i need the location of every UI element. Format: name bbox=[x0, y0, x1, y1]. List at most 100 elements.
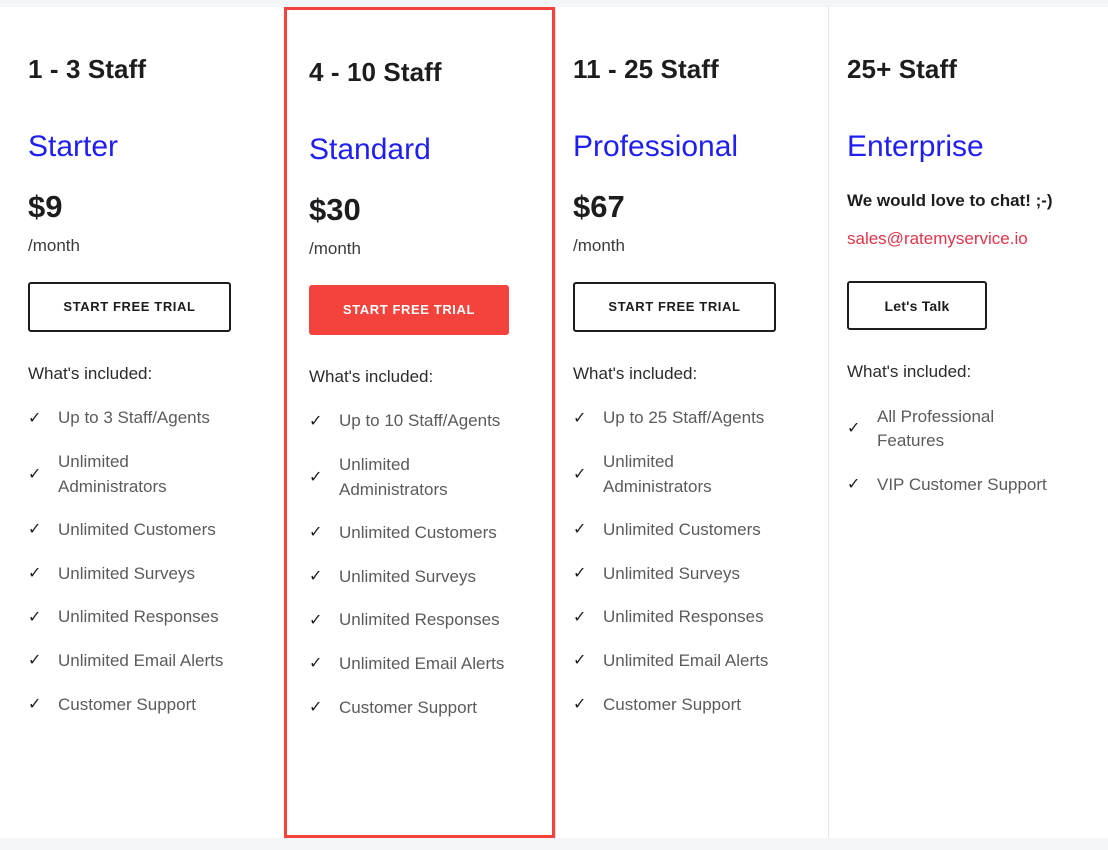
plan-card-starter[interactable]: 1 - 3 Staff Starter $9 /month START FREE… bbox=[0, 7, 284, 838]
plan-card-standard[interactable]: 4 - 10 Staff Standard $30 /month START F… bbox=[284, 7, 555, 838]
start-free-trial-button[interactable]: START FREE TRIAL bbox=[573, 281, 776, 332]
check-icon: ✓ bbox=[28, 521, 42, 539]
check-icon: ✓ bbox=[309, 699, 323, 717]
plan-staff-range: 25+ Staff bbox=[847, 54, 958, 84]
feature-list: ✓ Up to 3 Staff/Agents ✓ Unlimited Admin… bbox=[28, 406, 256, 717]
feature-label: Unlimited Customers bbox=[58, 520, 216, 540]
feature-item: ✓ Unlimited Responses bbox=[573, 605, 800, 630]
feature-label: Customer Support bbox=[58, 694, 196, 714]
feature-item: ✓ Customer Support bbox=[28, 693, 256, 718]
feature-label: Up to 25 Staff/Agents bbox=[603, 408, 765, 428]
sales-email-link[interactable]: sales@ratemyservice.io bbox=[847, 229, 1080, 249]
feature-label: Unlimited Surveys bbox=[58, 563, 195, 583]
feature-item: ✓ Unlimited Administrators bbox=[309, 453, 524, 502]
plan-staff-range: 4 - 10 Staff bbox=[309, 57, 442, 87]
feature-item: ✓ Up to 3 Staff/Agents bbox=[28, 406, 256, 431]
feature-list: ✓ Up to 10 Staff/Agents ✓ Unlimited Admi… bbox=[309, 409, 524, 720]
feature-label: VIP Customer Support bbox=[877, 475, 1047, 495]
feature-list: ✓ Up to 25 Staff/Agents ✓ Unlimited Admi… bbox=[573, 406, 800, 717]
plan-card-enterprise[interactable]: 25+ Staff Enterprise We would love to ch… bbox=[828, 7, 1108, 838]
plan-columns: 1 - 3 Staff Starter $9 /month START FREE… bbox=[0, 7, 1108, 838]
feature-item: ✓ Unlimited Administrators bbox=[573, 450, 800, 499]
feature-item: ✓ Unlimited Email Alerts bbox=[573, 649, 800, 674]
check-icon: ✓ bbox=[309, 655, 323, 673]
check-icon: ✓ bbox=[28, 696, 42, 714]
feature-label: All Professional Features bbox=[877, 406, 995, 451]
feature-label: Unlimited Email Alerts bbox=[58, 651, 224, 671]
check-icon: ✓ bbox=[847, 420, 861, 438]
whats-included-label: What's included: bbox=[309, 366, 434, 386]
check-icon: ✓ bbox=[573, 696, 587, 714]
feature-item: ✓ Customer Support bbox=[573, 693, 800, 718]
plan-staff-range: 1 - 3 Staff bbox=[28, 54, 147, 84]
check-icon: ✓ bbox=[573, 608, 587, 626]
feature-label: Unlimited Administrators bbox=[603, 451, 712, 496]
feature-label: Unlimited Email Alerts bbox=[603, 651, 769, 671]
check-icon: ✓ bbox=[573, 652, 587, 670]
feature-item: ✓ Up to 25 Staff/Agents bbox=[573, 406, 800, 431]
plan-staff-range: 11 - 25 Staff bbox=[573, 54, 719, 84]
feature-item: ✓ Unlimited Surveys bbox=[573, 562, 800, 587]
check-icon: ✓ bbox=[573, 565, 587, 583]
check-icon: ✓ bbox=[573, 409, 587, 427]
check-icon: ✓ bbox=[28, 652, 42, 670]
feature-item: ✓ Unlimited Administrators bbox=[28, 450, 256, 499]
plan-price: $30 bbox=[309, 191, 361, 227]
check-icon: ✓ bbox=[847, 476, 861, 494]
feature-item: ✓ Unlimited Customers bbox=[573, 518, 800, 543]
feature-item: ✓ Unlimited Responses bbox=[28, 605, 256, 630]
check-icon: ✓ bbox=[309, 568, 323, 586]
check-icon: ✓ bbox=[309, 468, 323, 486]
check-icon: ✓ bbox=[573, 465, 587, 483]
feature-label: Unlimited Administrators bbox=[339, 454, 448, 499]
plan-name: Professional bbox=[573, 129, 739, 163]
feature-item: ✓ Unlimited Customers bbox=[28, 518, 256, 543]
feature-item: ✓ Customer Support bbox=[309, 696, 524, 721]
feature-label: Unlimited Responses bbox=[603, 607, 764, 627]
check-icon: ✓ bbox=[28, 608, 42, 626]
plan-name: Standard bbox=[309, 132, 431, 166]
column-divider bbox=[555, 7, 556, 838]
feature-label: Unlimited Customers bbox=[603, 520, 761, 540]
feature-item: ✓ Unlimited Customers bbox=[309, 521, 524, 546]
column-divider bbox=[828, 7, 829, 838]
feature-label: Customer Support bbox=[339, 697, 477, 717]
feature-label: Up to 3 Staff/Agents bbox=[58, 408, 210, 428]
pricing-table: 1 - 3 Staff Starter $9 /month START FREE… bbox=[0, 7, 1108, 838]
start-free-trial-button[interactable]: START FREE TRIAL bbox=[28, 281, 231, 332]
plan-card-professional[interactable]: 11 - 25 Staff Professional $67 /month ST… bbox=[555, 7, 828, 838]
lets-talk-button[interactable]: Let's Talk bbox=[847, 281, 987, 331]
plan-price: $67 bbox=[573, 188, 625, 224]
feature-label: Unlimited Surveys bbox=[603, 563, 740, 583]
feature-label: Up to 10 Staff/Agents bbox=[339, 411, 501, 431]
check-icon: ✓ bbox=[309, 412, 323, 430]
feature-item: ✓ Unlimited Email Alerts bbox=[309, 652, 524, 677]
check-icon: ✓ bbox=[573, 521, 587, 539]
check-icon: ✓ bbox=[28, 409, 42, 427]
plan-name: Starter bbox=[28, 129, 119, 163]
plan-price: $9 bbox=[28, 188, 63, 224]
check-icon: ✓ bbox=[309, 611, 323, 629]
feature-item: ✓ Up to 10 Staff/Agents bbox=[309, 409, 524, 434]
feature-label: Unlimited Administrators bbox=[58, 451, 167, 496]
start-free-trial-button[interactable]: START FREE TRIAL bbox=[309, 284, 509, 335]
check-icon: ✓ bbox=[28, 565, 42, 583]
whats-included-label: What's included: bbox=[573, 363, 698, 383]
feature-item: ✓ Unlimited Email Alerts bbox=[28, 649, 256, 674]
feature-label: Customer Support bbox=[603, 694, 741, 714]
plan-name: Enterprise bbox=[847, 129, 984, 163]
whats-included-label: What's included: bbox=[28, 363, 153, 383]
whats-included-label: What's included: bbox=[847, 362, 972, 382]
feature-item: ✓ Unlimited Responses bbox=[309, 608, 524, 633]
feature-label: Unlimited Responses bbox=[58, 607, 219, 627]
feature-item: ✓ Unlimited Surveys bbox=[28, 562, 256, 587]
feature-label: Unlimited Responses bbox=[339, 610, 500, 630]
check-icon: ✓ bbox=[309, 524, 323, 542]
plan-period: /month bbox=[28, 236, 80, 256]
feature-item: ✓ All Professional Features bbox=[847, 405, 1080, 454]
feature-label: Unlimited Email Alerts bbox=[339, 654, 505, 674]
feature-item: ✓ VIP Customer Support bbox=[847, 473, 1080, 498]
feature-item: ✓ Unlimited Surveys bbox=[309, 565, 524, 590]
check-icon: ✓ bbox=[28, 465, 42, 483]
feature-label: Unlimited Surveys bbox=[339, 566, 476, 586]
